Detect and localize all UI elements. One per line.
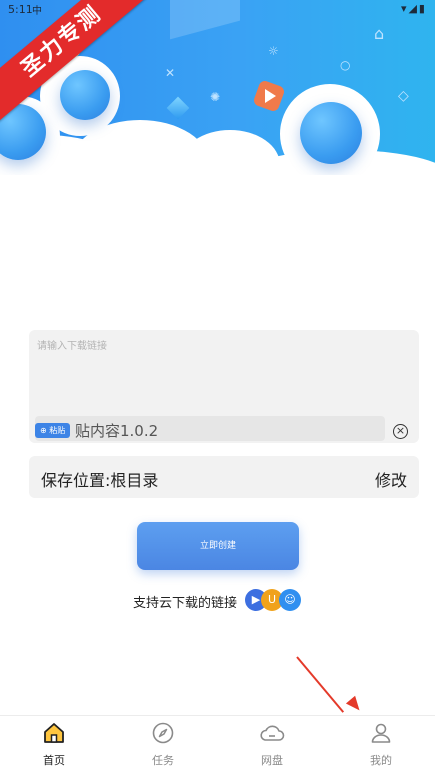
nav-item-home[interactable]: 首页 [0,716,108,774]
status-time: 5:11 [8,3,33,16]
save-location-row: 保存位置:根目录 修改 [29,456,419,498]
cube-icon [166,96,190,120]
clear-icon[interactable]: × [393,424,408,439]
paste-icon: ⊕ [40,426,47,435]
nav-label-home: 首页 [43,754,65,767]
support-text: 支持云下载的链接 [133,596,238,611]
nav-label-netdisk: 网盘 [261,754,283,767]
nav-item-tasks[interactable]: 任务 [109,716,217,774]
decorative-ball [60,70,110,120]
link-input[interactable]: 请输入下载链接 ⊕ 粘贴 贴内容1.0.2 [29,330,419,443]
paste-button-label: 粘贴 [49,426,66,435]
clipboard-text: 贴内容1.0.2 [75,422,159,440]
paste-button[interactable]: ⊕ 粘贴 [35,423,71,438]
create-button[interactable]: 立即创建 [137,522,299,570]
nav-item-profile[interactable]: 我的 [327,716,435,774]
edit-location-button[interactable]: 修改 [375,467,407,491]
status-carrier: 中 [32,6,42,17]
nav-label-profile: 我的 [370,754,392,767]
robot-service-icon[interactable]: ☺ [279,589,301,611]
sparkle-icon: ✕ [165,66,176,80]
nav-label-tasks: 任务 [152,754,174,767]
play-triangle-icon [265,89,276,103]
bottom-nav: 首页 任务 网盘 我的 [0,715,435,774]
link-input-placeholder: 请输入下载链接 [37,341,107,352]
sparkle-icon: ○ [340,58,351,72]
floating-cube-deco [170,0,240,40]
user-icon [327,721,435,745]
header-banner: 5:11 中 ▾◢▮ ✈ ✕ ✺ ☼ ○ ⌂ ◇ △ ◁ ◐ 圣力专测 [0,0,435,175]
compass-icon [109,721,217,745]
sparkle-icon: ✺ [210,90,221,104]
sparkle-icon: ☼ [268,44,279,58]
annotation-arrow [296,656,345,713]
sparkle-icon: ⌂ [374,24,385,43]
sparkle-icon: ◇ [398,88,409,104]
cloud-icon [218,721,326,745]
decorative-ball [300,102,362,164]
save-location-label: 保存位置:根目录 [41,471,159,490]
status-icons: ▾◢▮ [400,2,427,15]
home-icon [0,721,108,745]
annotation-arrow-head [345,695,365,715]
nav-item-netdisk[interactable]: 网盘 [218,716,326,774]
